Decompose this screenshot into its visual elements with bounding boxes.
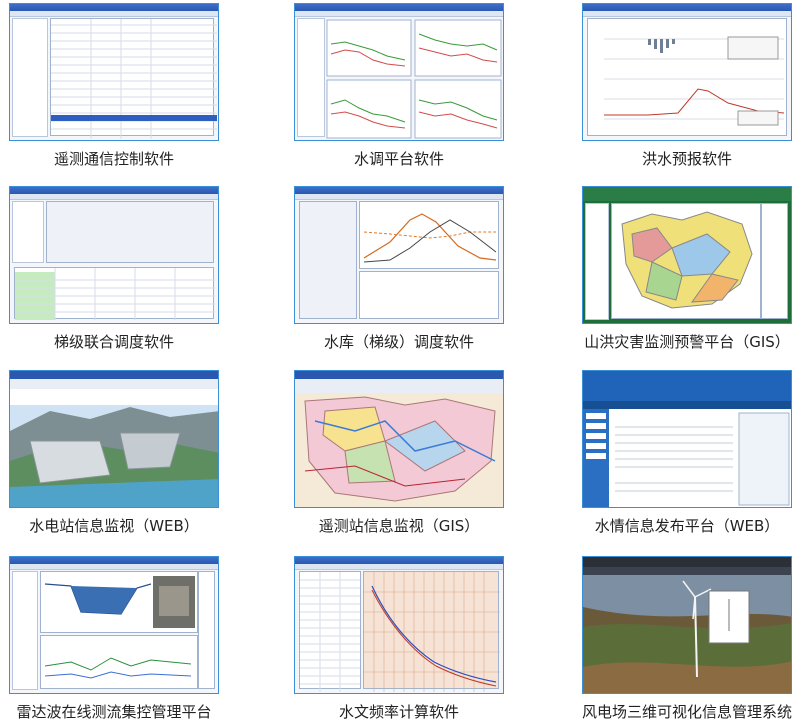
tile-caption: 水调平台软件 [353,150,444,168]
screenshot-water-info-web-portal[interactable] [582,370,792,508]
screenshot-reservoir-dispatch[interactable] [294,186,504,324]
screenshot-telemetry-station-gis[interactable] [294,370,504,508]
screenshot-hydropower-web-monitor[interactable] [9,370,219,508]
tile-caption: 水库（梯级）调度软件 [323,333,474,351]
tile-caption: 洪水预报软件 [641,150,732,168]
screenshot-cascade-joint-dispatch[interactable] [9,186,219,324]
tile-caption: 水文频率计算软件 [338,703,459,721]
tile-caption: 遥测站信息监视（GIS） [318,517,480,535]
tile-caption: 水电站信息监视（WEB） [29,517,199,535]
screenshot-mountain-flood-warning-gis[interactable] [582,186,792,324]
tile-caption: 水情信息发布平台（WEB） [594,517,780,535]
tile-caption: 梯级联合调度软件 [53,333,174,351]
tile-caption: 山洪灾害监测预警平台（GIS） [584,333,790,351]
tile-caption: 风电场三维可视化信息管理系统 [582,703,793,721]
screenshot-wind-farm-3d[interactable] [582,556,792,694]
screenshot-radar-flow-measurement[interactable] [9,556,219,694]
tile-caption: 雷达波在线测流集控管理平台 [16,703,212,721]
tile-caption: 遥测通信控制软件 [53,150,174,168]
screenshot-water-dispatch-platform[interactable] [294,3,504,141]
screenshot-telemetry-control[interactable] [9,3,219,141]
screenshot-hydrologic-frequency[interactable] [294,556,504,694]
screenshot-flood-forecast[interactable] [582,3,792,141]
